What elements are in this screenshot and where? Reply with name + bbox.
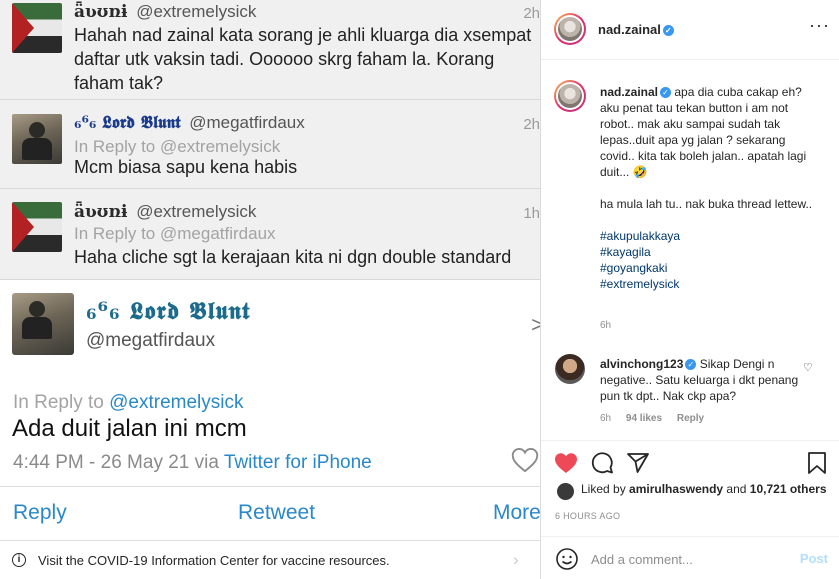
username-link[interactable]: nad.zainal bbox=[598, 22, 661, 37]
verified-badge-icon: ✓ bbox=[685, 359, 697, 370]
reply-to: In Reply to @extremelysick bbox=[13, 392, 243, 414]
twitter-screenshot: ǟʋʊռɨ @extremelysick 2h Hahah nad zainal… bbox=[0, 0, 540, 579]
add-comment-input[interactable] bbox=[591, 550, 791, 568]
likes-summary: Liked by amirulhaswendy and 10,721 other… bbox=[581, 482, 827, 496]
share-icon[interactable] bbox=[626, 451, 650, 475]
comment-icon[interactable] bbox=[590, 451, 614, 475]
bookmark-icon[interactable] bbox=[805, 451, 829, 475]
reply-handle-link[interactable]: @extremelysick bbox=[109, 392, 243, 413]
avatar[interactable] bbox=[557, 483, 574, 500]
avatar[interactable] bbox=[12, 293, 74, 355]
reply-button[interactable]: Reply bbox=[13, 501, 67, 525]
caption-text: nad.zainal ✓ apa dia cuba cakap eh? aku p… bbox=[600, 84, 815, 292]
likes-others-link[interactable]: 10,721 others bbox=[750, 482, 827, 496]
more-options-icon[interactable]: ··· bbox=[809, 15, 830, 36]
username-link[interactable]: alvinchong123 bbox=[600, 357, 683, 371]
post-button[interactable]: Post bbox=[800, 551, 828, 566]
info-icon: i bbox=[12, 553, 26, 567]
caption-body: apa dia cuba cakap eh? aku penat tau tek… bbox=[600, 85, 807, 179]
reply-prefix: In Reply to bbox=[13, 392, 104, 413]
display-name[interactable]: ₆⁶₆ 𝕷𝖔𝖗𝖉 𝕭𝖑𝖚𝖓𝖙 bbox=[86, 296, 250, 325]
post-header: nad.zainal ✓ ··· bbox=[541, 0, 839, 60]
avatar bbox=[12, 114, 62, 164]
caption-time[interactable]: 6h bbox=[600, 320, 611, 331]
verified-badge-icon: ✓ bbox=[660, 87, 672, 98]
hashtag-link[interactable]: #akupulakkaya bbox=[600, 228, 815, 244]
handle[interactable]: @megatfirdaux bbox=[86, 330, 215, 352]
chevron-right-icon[interactable]: › bbox=[513, 550, 519, 570]
caption-paragraph: nad.zainal ✓ apa dia cuba cakap eh? aku p… bbox=[600, 84, 815, 180]
chevron-right-icon[interactable]: > bbox=[531, 312, 540, 338]
tweet-list-item[interactable]: ǟʋʊռɨ @extremelysick 1h In Reply to @meg… bbox=[0, 189, 540, 280]
avatar bbox=[12, 202, 62, 252]
via-app-link[interactable]: Twitter for iPhone bbox=[224, 452, 372, 473]
tweet-text: Mcm biasa sapu kena habis bbox=[74, 157, 298, 177]
divider bbox=[0, 486, 540, 487]
like-comment-icon[interactable]: ♡ bbox=[803, 361, 813, 374]
main-tweet: ₆⁶₆ 𝕷𝖔𝖗𝖉 𝕭𝖑𝖚𝖓𝖙 @megatfirdaux > In Reply … bbox=[0, 282, 540, 579]
hashtag-link[interactable]: #goyangkaki bbox=[600, 260, 815, 276]
emoji-icon[interactable] bbox=[555, 547, 579, 571]
handle: @megatfirdaux bbox=[189, 113, 305, 132]
heart-filled-icon[interactable] bbox=[554, 451, 578, 475]
username-link[interactable]: amirulhaswendy bbox=[629, 482, 723, 496]
reply-button[interactable]: Reply bbox=[677, 413, 704, 424]
username-link[interactable]: nad.zainal bbox=[600, 85, 658, 99]
display-name: ǟʋʊռɨ bbox=[74, 2, 128, 22]
post-actions: Liked by amirulhaswendy and 10,721 other… bbox=[541, 440, 839, 579]
verified-badge-icon: ✓ bbox=[662, 25, 674, 36]
heart-outline-icon[interactable] bbox=[511, 447, 539, 473]
avatar bbox=[12, 3, 62, 53]
post-date[interactable]: 6 HOURS AGO bbox=[555, 511, 620, 521]
tweet-text: Haha cliche sgt la kerajaan kita ni dgn … bbox=[74, 247, 512, 267]
likes-prefix: Liked by bbox=[581, 482, 626, 496]
avatar[interactable] bbox=[554, 80, 586, 112]
covid-banner-text[interactable]: Visit the COVID-19 Information Center fo… bbox=[38, 553, 390, 568]
comment-meta: 6h 94 likes Reply bbox=[600, 413, 716, 424]
caption-paragraph: ha mula lah tu.. nak buka thread lettew.… bbox=[600, 197, 813, 211]
tweet-time: 2h bbox=[523, 116, 540, 133]
display-name: ǟʋʊռɨ bbox=[74, 202, 128, 222]
comment-likes[interactable]: 94 likes bbox=[626, 413, 662, 424]
tweet-text: Ada duit jalan ini mcm bbox=[12, 415, 247, 442]
reply-to[interactable]: In Reply to @megatfirdaux bbox=[74, 224, 276, 244]
handle: @extremelysick bbox=[136, 202, 257, 221]
tweet-list-item[interactable]: ₆⁶₆ 𝕷𝖔𝖗𝖉 𝕭𝖑𝖚𝖓𝖙 @megatfirdaux 2h In Reply… bbox=[0, 100, 540, 189]
avatar[interactable] bbox=[554, 13, 586, 45]
timestamp: 4:44 PM - 26 May 21 via bbox=[13, 452, 219, 473]
reply-to[interactable]: In Reply to @extremelysick bbox=[74, 137, 280, 157]
tweet-time: 2h bbox=[523, 5, 540, 22]
more-button[interactable]: More bbox=[493, 501, 540, 525]
add-comment-bar: Post bbox=[541, 536, 839, 579]
hashtag-link[interactable]: #extremelysick bbox=[600, 276, 815, 292]
likes-and: and bbox=[726, 482, 747, 496]
instagram-panel: nad.zainal ✓ ··· nad.zainal ✓ apa dia cuba… bbox=[540, 0, 839, 579]
tweet-text: Hahah nad zainal kata sorang je ahli klu… bbox=[74, 25, 532, 93]
comment-time[interactable]: 6h bbox=[600, 413, 611, 424]
covid-info-banner[interactable]: i Visit the COVID-19 Information Center … bbox=[0, 540, 540, 579]
comment-text: alvinchong123 ✓ Sikap Dengi n negative.. … bbox=[600, 356, 800, 404]
tweet-list-item[interactable]: ǟʋʊռɨ @extremelysick 2h Hahah nad zainal… bbox=[0, 0, 540, 100]
tweet-meta: 4:44 PM - 26 May 21 via Twitter for iPho… bbox=[13, 452, 372, 474]
display-name: ₆⁶₆ 𝕷𝖔𝖗𝖉 𝕭𝖑𝖚𝖓𝖙 bbox=[74, 113, 181, 133]
handle: @extremelysick bbox=[136, 2, 257, 21]
avatar[interactable] bbox=[555, 354, 585, 384]
tweet-time: 1h bbox=[523, 205, 540, 222]
hashtag-link[interactable]: #kayagila bbox=[600, 244, 815, 260]
retweet-button[interactable]: Retweet bbox=[238, 501, 315, 525]
